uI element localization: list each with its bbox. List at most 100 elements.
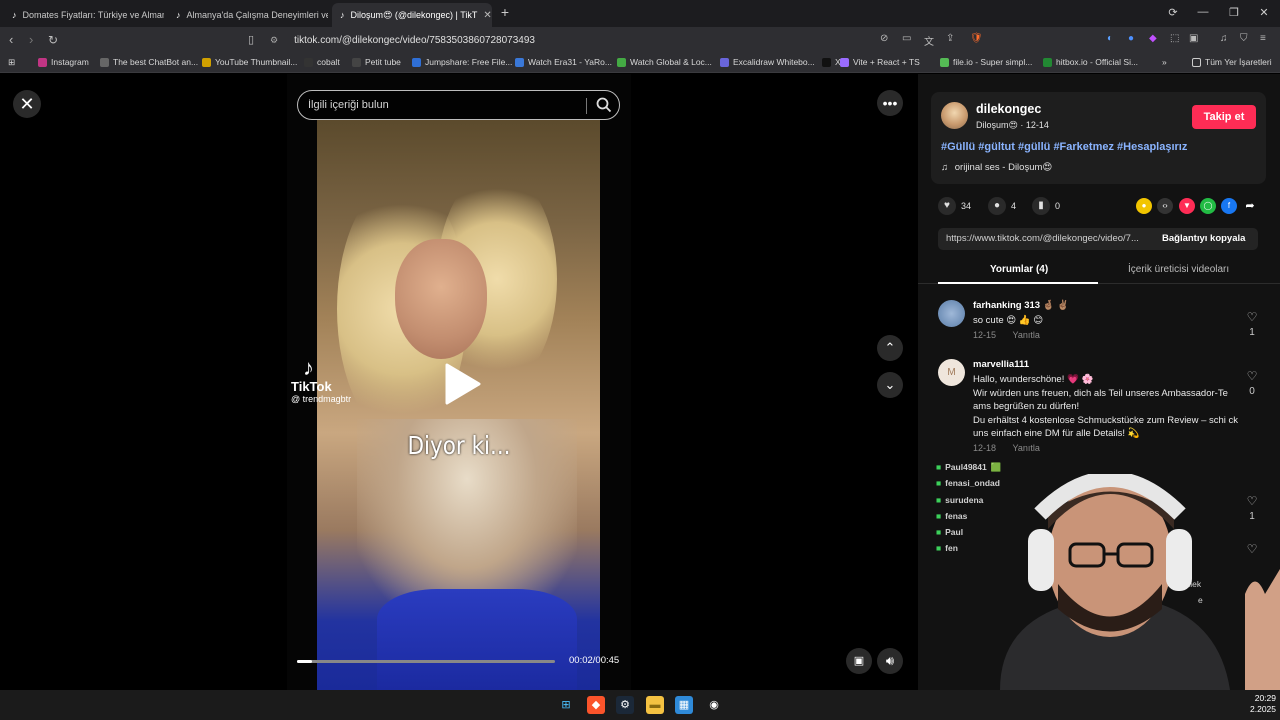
tab-creator-videos[interactable]: İçerik üreticisi videoları: [1128, 264, 1229, 275]
obs-icon[interactable]: ◉: [705, 696, 723, 714]
bookmark-item[interactable]: YouTube Thumbnail...: [202, 57, 297, 67]
related-search-input[interactable]: [308, 97, 578, 113]
site-info-icon[interactable]: ⚙: [270, 35, 278, 46]
more-bookmarks-button[interactable]: »: [1162, 57, 1167, 67]
bookmark-item[interactable]: The best ChatBot an...: [100, 57, 198, 67]
more-options-button[interactable]: •••: [877, 90, 903, 116]
browser-tab[interactable]: ♪ Almanya'da Çalışma Deneyimleri ve Ç: [168, 3, 328, 27]
bookmark-item[interactable]: hitbox.io - Official Si...: [1043, 57, 1138, 67]
bookmark-item[interactable]: cobalt: [304, 57, 340, 67]
stream-chat-message: ■ fen: [936, 543, 958, 553]
related-search-box[interactable]: [297, 90, 620, 120]
comment-like-icon[interactable]: ♡: [1244, 369, 1260, 383]
translate-icon[interactable]: 文: [924, 33, 934, 48]
tiktok-watermark: ♪ TikTok @ trendmagbtr: [291, 356, 381, 405]
close-tab-icon[interactable]: ✕: [477, 10, 491, 21]
like-button[interactable]: ♥ 34: [938, 197, 971, 215]
search-divider: [586, 98, 587, 114]
floating-player-button[interactable]: ▣: [846, 648, 872, 674]
brave-browser-icon[interactable]: ◆: [587, 696, 605, 714]
extensions-icon[interactable]: ⟳: [1166, 6, 1180, 19]
save-button[interactable]: ▮ 0: [1032, 197, 1060, 215]
bookmark-item[interactable]: Jumpshare: Free File...: [412, 57, 512, 67]
bookmark-item[interactable]: X: [822, 57, 841, 67]
avatar[interactable]: [938, 300, 965, 327]
comment-like-icon[interactable]: ♡: [1244, 310, 1260, 324]
bookmark-item[interactable]: Petit tube: [352, 57, 401, 67]
restore-icon[interactable]: ❐: [1227, 6, 1241, 19]
sidebar-icon[interactable]: ▣: [1189, 33, 1198, 44]
avatar[interactable]: M: [938, 359, 965, 386]
forward-icon[interactable]: ›: [29, 32, 33, 48]
close-video-button[interactable]: ✕: [13, 90, 41, 118]
progress-bar[interactable]: [297, 660, 555, 663]
extension-icon[interactable]: ⬚: [1170, 33, 1179, 44]
cast-icon[interactable]: ▭: [902, 33, 911, 44]
back-icon[interactable]: ‹: [9, 32, 13, 48]
steam-icon[interactable]: ⚙: [616, 696, 634, 714]
excalidraw-icon: [720, 57, 729, 67]
navigation-bar: ‹ › ↻ ▯ ⚙ tiktok.com/@dilekongec/video/7…: [0, 27, 1280, 53]
bookmark-item[interactable]: Excalidraw Whitebo...: [720, 57, 815, 67]
app-icon[interactable]: ▦: [675, 696, 693, 714]
creator-card: dilekongec Diloşum😍 · 12-14 Takip et #Gü…: [931, 92, 1266, 184]
new-tab-button[interactable]: +: [498, 4, 512, 20]
tab-strip: ♪ Domates Fiyatları: Türkiye ve Almany ♪…: [0, 0, 1280, 27]
avatar[interactable]: [941, 102, 968, 129]
extension-icon[interactable]: ◆: [1149, 33, 1157, 44]
follow-button[interactable]: Takip et: [1192, 105, 1256, 129]
cobalt-icon: [304, 57, 313, 67]
windows-start-icon[interactable]: ⊞: [557, 696, 575, 714]
jumpshare-icon: [412, 57, 421, 67]
copy-link-button[interactable]: Bağlantıyı kopyala: [1162, 233, 1245, 244]
menu-icon[interactable]: ≡: [1260, 33, 1266, 44]
bookmark-label: cobalt: [317, 57, 340, 67]
extension-icon[interactable]: ●: [1128, 33, 1134, 44]
browser-tab[interactable]: ♪ Domates Fiyatları: Türkiye ve Almany: [4, 3, 164, 27]
comment-username[interactable]: marvellia111: [973, 359, 1029, 370]
next-video-button[interactable]: ⌄: [877, 372, 903, 398]
reload-icon[interactable]: ↻: [48, 32, 58, 48]
comment-username[interactable]: farhanking 313 🤞🏽 ✌🏽: [973, 300, 1069, 311]
tab-comments[interactable]: Yorumlar (4): [990, 264, 1048, 275]
chat-badge-icon: ■: [936, 478, 942, 488]
brave-shield-icon[interactable]: 🛡: [970, 33, 983, 44]
apps-icon[interactable]: ⊞: [8, 57, 15, 68]
bookmark-item[interactable]: Vite + React + TS: [840, 57, 920, 67]
reply-button[interactable]: Yanıtla: [1013, 443, 1040, 453]
url-text[interactable]: tiktok.com/@dilekongec/video/75835038607…: [294, 35, 535, 46]
video-player[interactable]: ♪ TikTok @ trendmagbtr Diyor ki... 00:02…: [287, 74, 631, 690]
extension-icon[interactable]: ◐: [1107, 33, 1113, 44]
minimize-icon[interactable]: —: [1196, 6, 1210, 18]
coin-share-icon[interactable]: ●: [1136, 198, 1152, 214]
previous-video-button[interactable]: ⌃: [877, 335, 903, 361]
reply-button[interactable]: Yanıtla: [1013, 330, 1040, 340]
all-bookmarks-button[interactable]: Tüm Yer İşaretleri: [1192, 57, 1272, 67]
hashtags[interactable]: #Güllü #gültut #güllü #Farketmez #Hesapl…: [941, 141, 1187, 153]
search-icon[interactable]: [595, 96, 613, 114]
close-window-icon[interactable]: ✕: [1257, 6, 1271, 19]
bookmark-item[interactable]: Watch Global & Loc...: [617, 57, 712, 67]
music-icon[interactable]: ♫: [1220, 33, 1228, 44]
comment-button[interactable]: ● 4: [988, 197, 1016, 215]
bookmark-icon[interactable]: ▯: [248, 32, 254, 48]
share-arrow-icon[interactable]: ➦: [1242, 198, 1258, 214]
facebook-icon[interactable]: f: [1221, 198, 1237, 214]
system-clock[interactable]: 20:29 2.2025: [1244, 693, 1276, 715]
bookmark-item[interactable]: Instagram: [38, 57, 89, 67]
play-icon[interactable]: [443, 362, 483, 406]
video-link[interactable]: https://www.tiktok.com/@dilekongec/video…: [946, 233, 1139, 244]
share-icon[interactable]: ⇪: [946, 33, 954, 44]
send-icon[interactable]: ▼: [1179, 198, 1195, 214]
embed-icon[interactable]: ‹›: [1157, 198, 1173, 214]
creator-username[interactable]: dilekongec: [976, 102, 1041, 116]
vpn-icon[interactable]: ⛉: [1240, 33, 1248, 44]
bookmark-item[interactable]: Watch Era31 - YaRo...: [515, 57, 612, 67]
browser-tab-active[interactable]: ♪ Diloşum😍 (@dilekongec) | TikT ✕: [332, 3, 492, 27]
whatsapp-icon[interactable]: ◯: [1200, 198, 1216, 214]
bookmark-item[interactable]: file.io - Super simpl...: [940, 57, 1032, 67]
file-explorer-icon[interactable]: ▬: [646, 696, 664, 714]
music-line[interactable]: ♫ orijinal ses - Diloşum😍: [941, 162, 1052, 173]
tracking-icon[interactable]: ⊘: [880, 33, 888, 44]
volume-button[interactable]: 🔊︎: [877, 648, 903, 674]
